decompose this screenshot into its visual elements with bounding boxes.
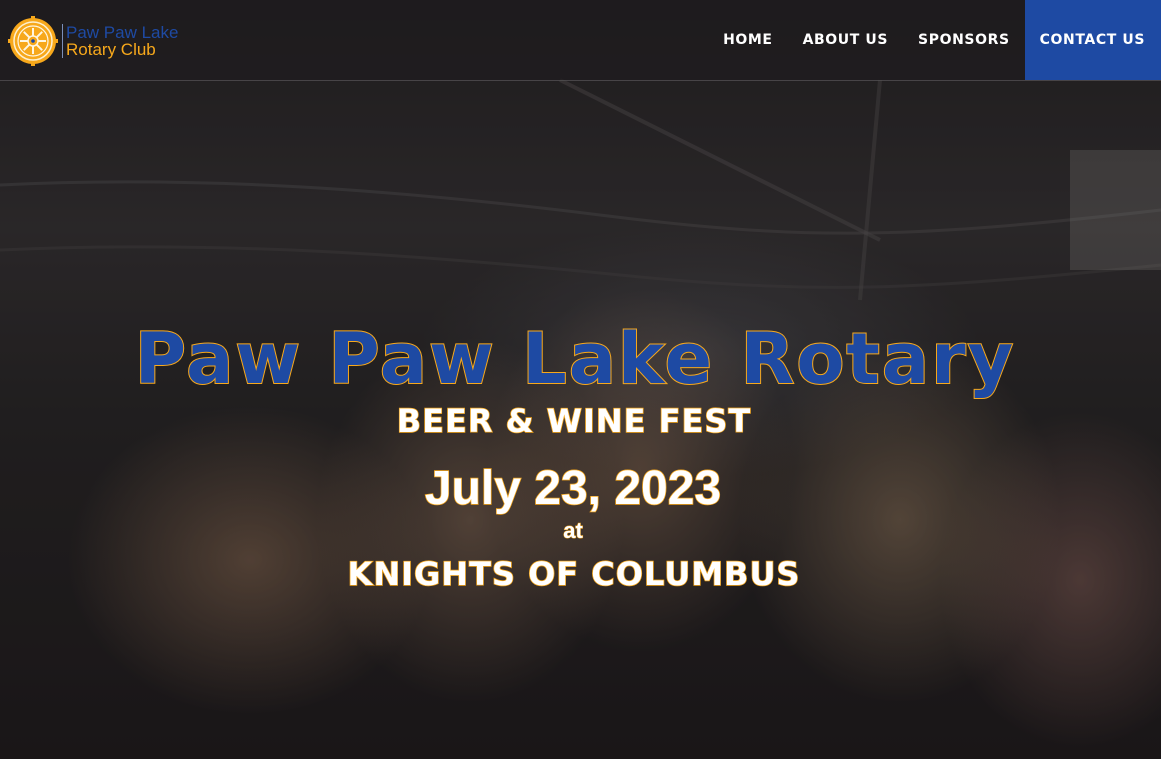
main-nav: HOME ABOUT US SPONSORS CONTACT US [708, 0, 1161, 80]
hero-subtitle: BEER & WINE FEST [396, 401, 752, 441]
event-date: July 23, 2023 [424, 461, 722, 516]
rotary-wheel-icon [8, 16, 58, 66]
logo-name-line2: Rotary Club [66, 40, 156, 59]
hero-title: Paw Paw Lake Rotary [134, 317, 1016, 401]
event-venue: KNIGHTS OF COLUMBUS [347, 554, 801, 594]
logo-text: Paw Paw Lake Rotary Club [66, 24, 178, 58]
event-at-label: at [563, 518, 584, 544]
nav-sponsors[interactable]: SPONSORS [903, 0, 1025, 80]
nav-about-us[interactable]: ABOUT US [788, 0, 903, 80]
site-header: Paw Paw Lake Rotary Club HOME ABOUT US S… [0, 0, 1161, 81]
logo-name-line1: Paw Paw Lake [66, 23, 179, 42]
nav-contact-us[interactable]: CONTACT US [1024, 0, 1161, 80]
nav-home[interactable]: HOME [708, 0, 788, 80]
logo-divider [62, 24, 63, 58]
page: Paw Paw Lake Rotary Club HOME ABOUT US S… [0, 0, 1161, 759]
site-logo[interactable]: Paw Paw Lake Rotary Club [8, 16, 178, 66]
